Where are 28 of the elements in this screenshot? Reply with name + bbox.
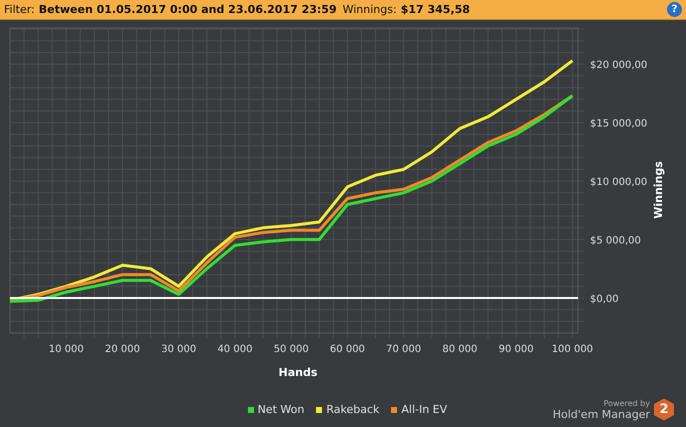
product-name: Hold'em Manager: [552, 408, 650, 420]
help-button[interactable]: ?: [667, 2, 682, 17]
y-tick-label: $5 000,00: [590, 236, 641, 247]
x-tick-label: 100 000: [552, 344, 594, 355]
y-tick-label: $20 000,00: [590, 60, 648, 72]
legend-label: All-In EV: [401, 403, 448, 416]
x-tick-label: 30 000: [161, 344, 196, 355]
x-tick-label: 50 000: [274, 344, 309, 355]
x-tick-label: 90 000: [498, 344, 534, 355]
powered-by-text: Powered by: [604, 398, 650, 408]
x-tick-label: 20 000: [104, 344, 140, 355]
x-tick-label: 80 000: [442, 344, 478, 355]
x-tick-label: 60 000: [330, 344, 365, 355]
x-tick-label: 40 000: [217, 344, 252, 355]
x-tick-label: 10 000: [48, 344, 84, 355]
x-axis-title: Hands: [278, 366, 318, 379]
filter-label: Filter:: [4, 3, 35, 16]
winnings-value: $17 345,58: [400, 3, 470, 16]
filter-value: Between 01.05.2017 0:00 and 23.06.2017 23:59: [38, 3, 337, 16]
y-axis-title: Winnings: [652, 161, 665, 219]
logo-badge: 2: [654, 398, 674, 420]
x-tick-label: 70 000: [386, 344, 422, 355]
y-tick-label: $15 000,00: [590, 118, 648, 130]
winnings-label: Winnings:: [342, 3, 397, 16]
y-tick-label: $0,00: [590, 294, 619, 305]
legend-label: Rakeback: [326, 403, 380, 416]
y-tick-label: $10 000,00: [590, 177, 648, 188]
legend-label: Net Won: [258, 403, 304, 416]
